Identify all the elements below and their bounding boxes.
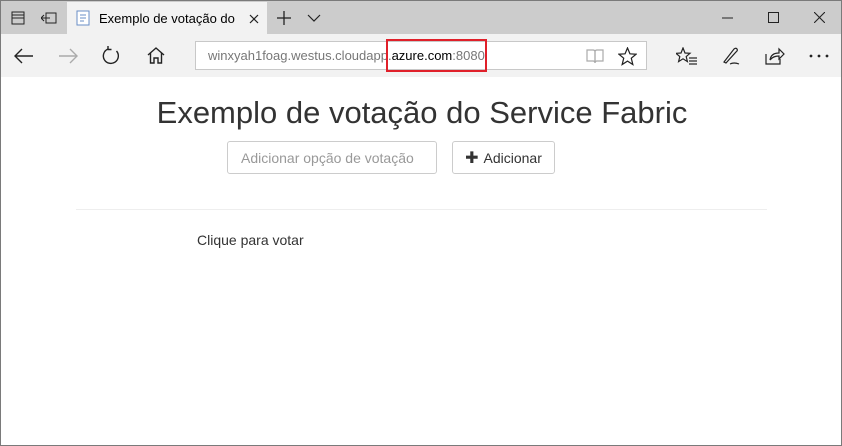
back-arrow-icon [14,48,33,63]
reading-view-icon [586,48,604,63]
minimize-icon [721,17,733,18]
tab-close-button[interactable] [245,10,263,28]
forward-button[interactable] [48,34,88,77]
refresh-icon [102,45,119,64]
click-to-vote-text: Clique para votar [197,232,304,248]
share-icon [765,47,785,65]
domain-highlight-box [386,39,487,72]
vote-option-input[interactable]: Adicionar opção de votação [227,141,437,174]
more-icon [809,54,829,57]
favorite-button[interactable] [616,45,638,67]
browser-window: Exemplo de votação do winxyah1foag.westu… [0,0,842,446]
forward-arrow-icon [59,48,78,63]
star-icon [617,46,637,66]
plus-icon: ✚ [465,149,479,167]
favorites-hub-button[interactable] [667,34,707,77]
new-tab-button[interactable] [271,1,297,34]
add-button[interactable]: ✚ Adicionar [452,141,555,174]
add-button-label: Adicionar [483,149,542,166]
more-button[interactable] [799,34,839,77]
web-note-button[interactable] [711,34,751,77]
tabs-aside-button[interactable] [1,1,34,34]
tab-list-button[interactable] [301,1,327,34]
divider [76,209,767,210]
pen-icon [723,47,740,65]
page-title: Exemplo de votação do Service Fabric [156,95,688,130]
tab-title: Exemplo de votação do [99,10,235,26]
home-icon [147,47,165,64]
tab-preview-icon [41,12,57,23]
hub-icon [676,46,697,65]
tab-bar: Exemplo de votação do [1,1,841,34]
tab-preview-button[interactable] [34,1,64,34]
page-content: Exemplo de votação do Service Fabric Adi… [1,77,841,445]
back-button[interactable] [4,34,44,77]
tabs-icon [11,11,24,24]
plus-icon [277,10,291,25]
home-button[interactable] [136,34,176,77]
share-button[interactable] [755,34,795,77]
active-tab[interactable]: Exemplo de votação do [67,2,267,34]
close-icon [249,14,259,24]
close-icon [813,12,825,23]
page-favicon-icon [76,10,90,26]
refresh-button[interactable] [91,34,131,77]
chevron-down-icon [307,14,321,22]
url-prefix: winxyah1foag.westus.cloudapp. [208,48,392,63]
window-close-button[interactable] [797,1,841,34]
maximize-button[interactable] [751,1,795,34]
minimize-button[interactable] [705,1,749,34]
maximize-icon [767,12,779,23]
reading-view-button[interactable] [584,46,606,66]
